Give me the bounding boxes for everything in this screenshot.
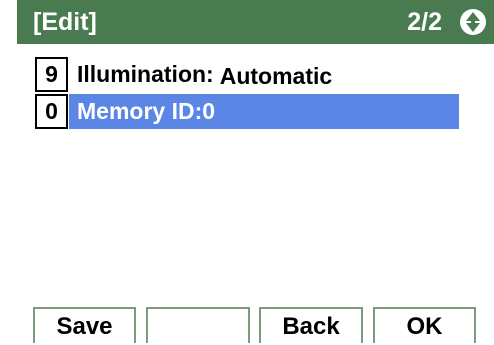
title-bar: [Edit] 2/2 [17, 0, 494, 44]
phone-display: [Edit] 2/2 9 Illumination: Automatic 0 Me… [0, 0, 494, 343]
ok-softkey[interactable]: OK [373, 307, 476, 343]
menu-item-illumination[interactable]: 9 Illumination: Automatic [35, 57, 395, 92]
illumination-value: Automatic [219, 63, 333, 89]
illumination-name: Illumination: [77, 61, 214, 87]
illumination-label: Illumination: Automatic [69, 57, 332, 92]
key-number-9: 9 [35, 57, 68, 92]
save-softkey[interactable]: Save [33, 307, 136, 343]
back-softkey[interactable]: Back [259, 307, 363, 343]
blank-softkey[interactable] [146, 307, 250, 343]
page-indicator: 2/2 [407, 8, 442, 36]
up-down-arrow-icon[interactable] [459, 8, 487, 36]
menu-item-memory-id[interactable]: 0 Memory ID:0 [35, 94, 459, 129]
screen-title: [Edit] [33, 8, 97, 36]
key-number-0: 0 [35, 94, 68, 129]
memory-id-label: Memory ID:0 [69, 94, 459, 129]
